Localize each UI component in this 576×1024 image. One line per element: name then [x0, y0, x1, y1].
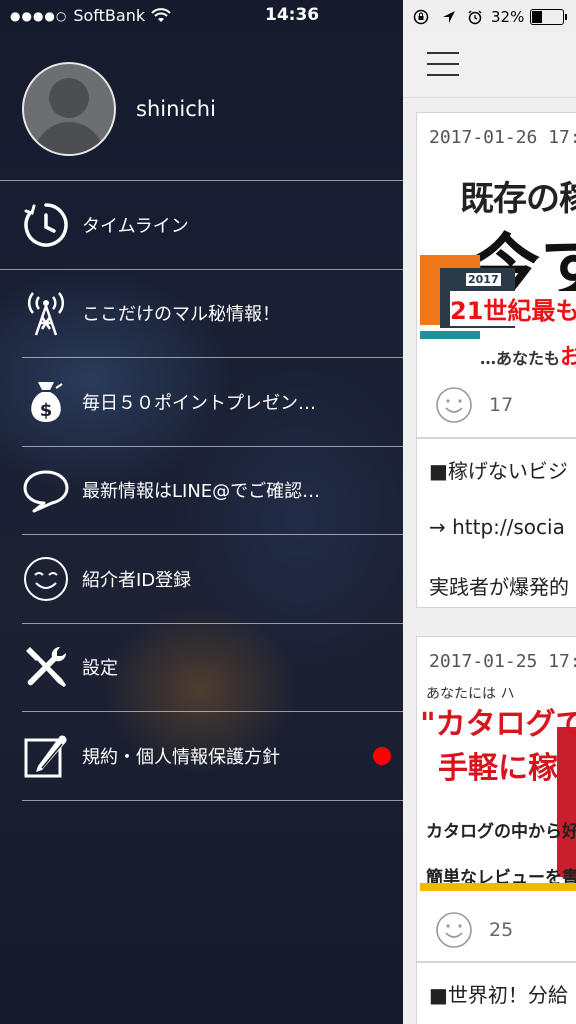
image-text: 2017	[466, 273, 501, 286]
post-date: 2017-01-26 17:	[429, 127, 576, 148]
image-shape	[420, 883, 576, 891]
image-text: "カタログで	[420, 707, 576, 742]
image-shape	[420, 331, 480, 339]
menu-item-label: 設定	[82, 658, 118, 680]
post-date: 2017-01-25 17:	[429, 651, 576, 672]
menu-item-secret-info[interactable]: ここだけのマル秘情報！	[22, 270, 403, 358]
battery-icon	[530, 9, 568, 25]
menu-item-label: 毎日５０ポイントプレゼン…	[82, 392, 316, 414]
post-card[interactable]: 2017-01-25 17: あなたには ハ "カタログで 手軽に稼 カタログの…	[416, 636, 576, 962]
image-text-highlight: お	[560, 345, 576, 370]
post-body[interactable]: ■世界初！分給	[416, 962, 576, 1024]
menu-item-timeline[interactable]: タイムライン	[0, 181, 403, 270]
image-text: 21世紀最も	[450, 291, 576, 326]
notification-dot	[373, 747, 391, 765]
menu-item-label: タイムライン	[82, 215, 189, 237]
clock-icon	[22, 201, 70, 249]
avatar-body-shape	[34, 122, 104, 154]
post-body-line: ■稼げないビジ	[429, 459, 568, 483]
image-text: 手軽に稼	[438, 751, 558, 786]
post-body-line: ■世界初！分給	[429, 983, 568, 1007]
alarm-icon	[468, 10, 482, 25]
money-bag-icon: $	[22, 378, 70, 426]
hamburger-menu-icon[interactable]	[427, 52, 459, 76]
smiley-like-icon[interactable]	[435, 911, 473, 949]
tools-icon	[22, 643, 70, 691]
post-image[interactable]: 既存の稼 今す 2017 21世紀最も …あなたもお	[420, 163, 576, 373]
image-text-prefix: …あなたも	[480, 349, 561, 368]
status-bar-left: ●●●●○ SoftBank	[10, 6, 171, 25]
post-body[interactable]: ■稼げないビジ → http://socia 実践者が爆発的	[416, 438, 576, 608]
avatar-head-shape	[49, 78, 89, 118]
top-navbar	[403, 32, 576, 98]
username: shinichi	[136, 97, 216, 121]
menu-item-terms-privacy[interactable]: 規約・個人情報保護方針	[22, 712, 403, 801]
image-text: カタログの中から好	[426, 822, 576, 842]
avatar[interactable]	[22, 62, 116, 156]
main-content: 32% 2017-01-26 17: 既存の稼 今す 2017 21世紀最も ……	[403, 0, 576, 1024]
like-count: 25	[489, 919, 514, 941]
profile-header[interactable]: shinichi	[22, 62, 216, 156]
menu-item-daily-points[interactable]: $ 毎日５０ポイントプレゼン…	[22, 358, 403, 447]
menu-item-label: 規約・個人情報保護方針	[82, 746, 280, 768]
menu-item-label: 紹介者ID登録	[82, 569, 192, 591]
post-body-line: 実践者が爆発的	[429, 575, 569, 599]
menu-item-referrer-id[interactable]: 紹介者ID登録	[22, 535, 403, 624]
location-arrow-icon	[443, 11, 455, 23]
like-row[interactable]: 25	[435, 911, 513, 949]
side-drawer: ●●●●○ SoftBank 14:36 shinichi タイムライン ここだ…	[0, 0, 403, 1024]
post-image[interactable]: あなたには ハ "カタログで 手軽に稼 カタログの中から好 簡単なレビューを書	[420, 687, 576, 901]
drawer-menu: タイムライン ここだけのマル秘情報！ $ 毎日５０ポイントプレゼン… 最新情報は…	[0, 180, 403, 801]
like-row[interactable]: 17	[435, 386, 513, 424]
carrier-name: SoftBank	[73, 6, 146, 25]
signal-strength-icon: ●●●●○	[10, 8, 68, 23]
post-body-link[interactable]: → http://socia	[429, 515, 565, 539]
menu-item-label: 最新情報はLINE@でご確認…	[82, 481, 321, 503]
rotation-lock-icon	[413, 9, 429, 25]
smiley-like-icon[interactable]	[435, 386, 473, 424]
menu-item-label: ここだけのマル秘情報！	[82, 304, 280, 326]
menu-item-settings[interactable]: 設定	[22, 624, 403, 712]
like-count: 17	[489, 394, 514, 416]
svg-text:$: $	[40, 400, 53, 421]
status-time: 14:36	[265, 5, 320, 25]
antenna-icon	[22, 289, 70, 337]
smiley-icon	[22, 555, 70, 603]
image-shape	[557, 727, 576, 877]
battery-percent: 32%	[491, 8, 525, 26]
edit-document-icon	[22, 732, 70, 780]
image-text: …あなたもお	[480, 339, 576, 371]
status-bar-right: 32%	[403, 5, 576, 29]
speech-bubble-icon	[22, 466, 70, 514]
menu-item-line-info[interactable]: 最新情報はLINE@でご確認…	[22, 447, 403, 535]
post-card[interactable]: 2017-01-26 17: 既存の稼 今す 2017 21世紀最も …あなたも…	[416, 112, 576, 438]
wifi-icon	[151, 7, 171, 22]
